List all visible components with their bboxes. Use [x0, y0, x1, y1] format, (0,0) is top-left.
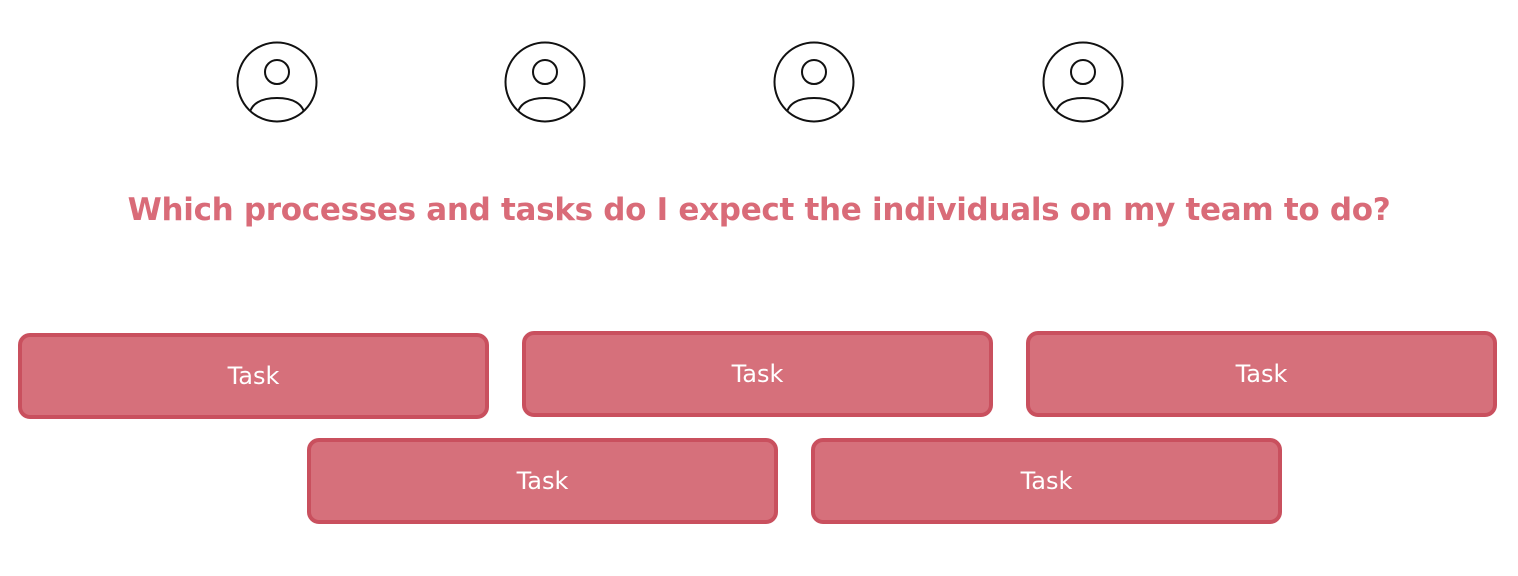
task-card[interactable]: Task [522, 331, 993, 417]
person-icon [504, 41, 586, 123]
task-card[interactable]: Task [307, 438, 778, 524]
task-label: Task [731, 360, 784, 388]
person-icon [773, 41, 855, 123]
task-label: Task [227, 362, 280, 390]
page-title: Which processes and tasks do I expect th… [127, 192, 1391, 228]
task-label: Task [1235, 360, 1288, 388]
task-card[interactable]: Task [1026, 331, 1497, 417]
task-card[interactable]: Task [811, 438, 1282, 524]
task-label: Task [516, 467, 569, 495]
task-card[interactable]: Task [18, 333, 489, 419]
task-label: Task [1020, 467, 1073, 495]
person-icon [236, 41, 318, 123]
person-icon [1042, 41, 1124, 123]
